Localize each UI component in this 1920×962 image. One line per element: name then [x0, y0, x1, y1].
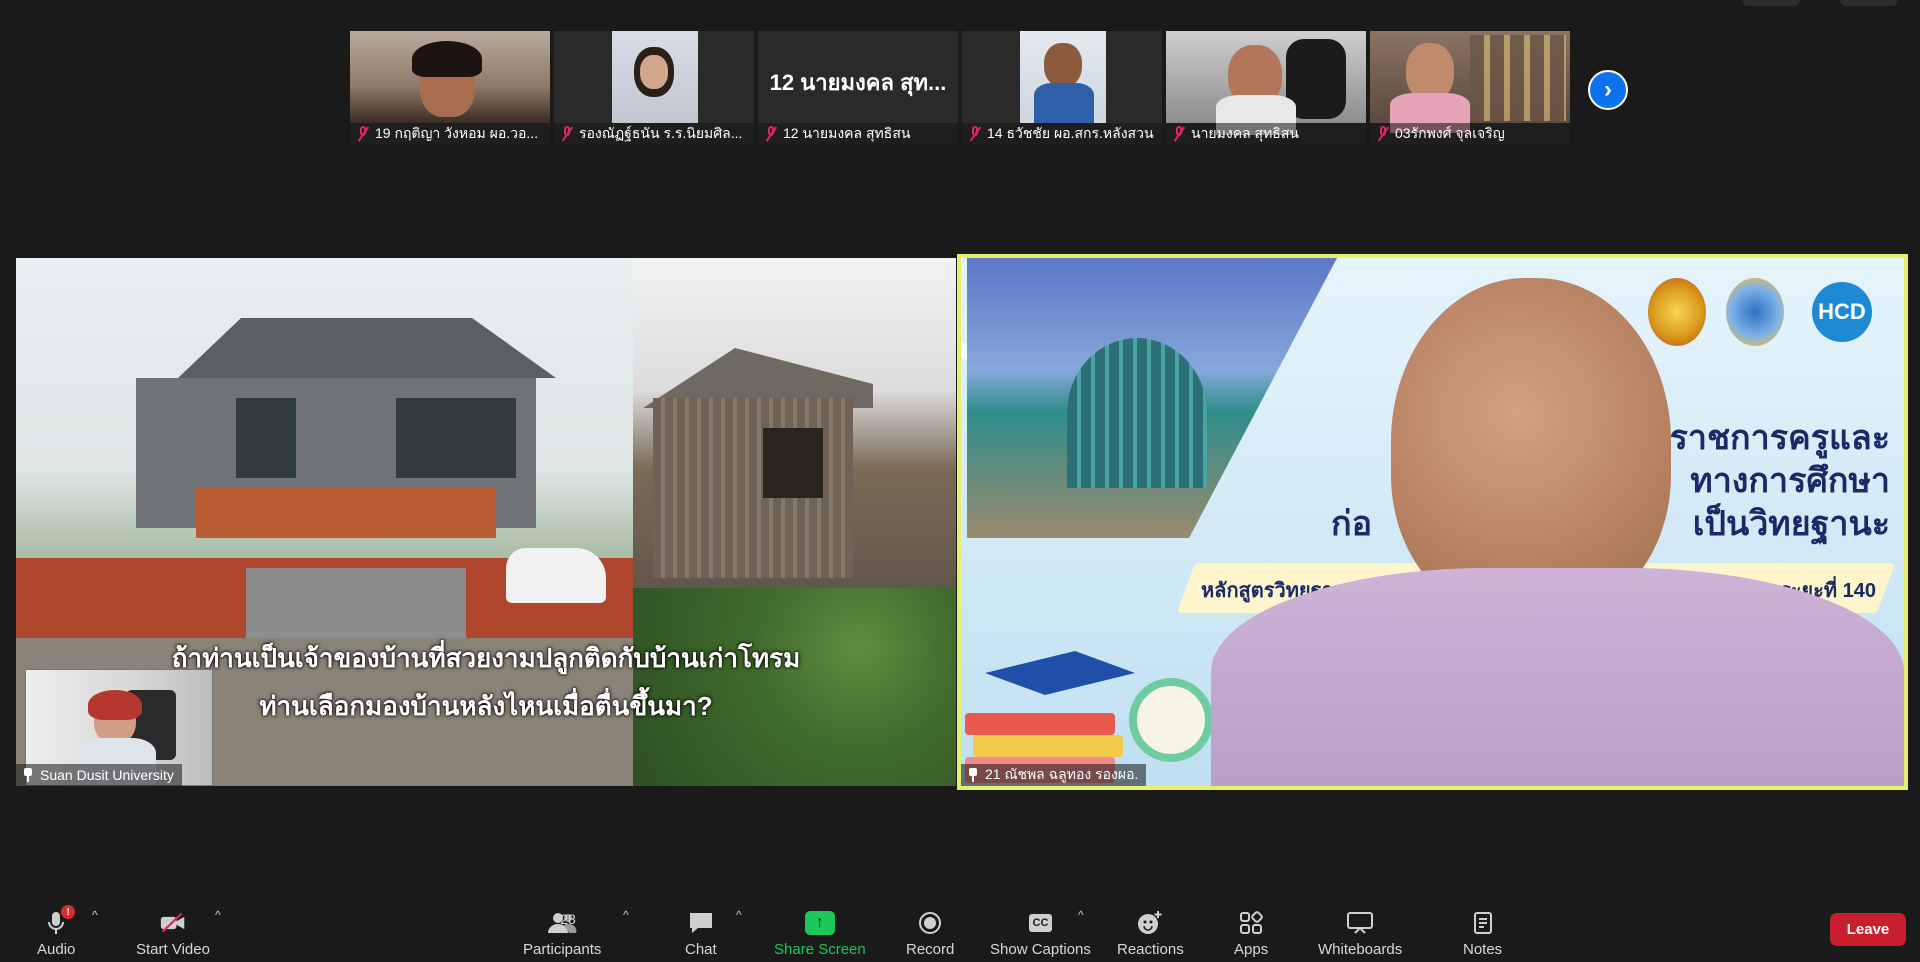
- slide-title-line3-right: เป็นวิทยฐานะ: [1692, 505, 1890, 543]
- pin-icon: [967, 768, 979, 782]
- video-options-caret-icon[interactable]: ^: [215, 908, 221, 922]
- participant-nameplate: 14 ธวัชชัย ผอ.สกร.หลังสวน: [962, 123, 1162, 145]
- chevron-right-icon: ›: [1604, 76, 1612, 103]
- slide-title-line3-left: ก่อ: [1331, 505, 1373, 543]
- start-video-label: Start Video: [136, 941, 210, 958]
- meeting-toolbar: ! Audio ^ Start Video ^ 28 Participants …: [0, 884, 1920, 962]
- smiley-plus-icon: [1137, 911, 1163, 935]
- participant-tile[interactable]: รองณัฏฐ์ธนัน ร.ร.นิยมศิล...: [554, 31, 754, 145]
- apps-label: Apps: [1234, 941, 1269, 958]
- closed-captions-icon: CC: [1025, 911, 1055, 935]
- next-page-button[interactable]: ›: [1588, 70, 1628, 110]
- top-view-button[interactable]: [1742, 0, 1800, 6]
- speaker-shirt: [1211, 568, 1904, 786]
- notes-icon: [1470, 911, 1496, 935]
- video-feed: [1020, 31, 1106, 123]
- chat-icon: [688, 911, 714, 935]
- chat-button[interactable]: Chat: [685, 911, 717, 958]
- mic-muted-icon: [560, 126, 574, 142]
- ministry-emblem-icon: [1648, 278, 1706, 346]
- participant-nameplate: นายมงคล สุทธิสน: [1166, 123, 1366, 145]
- participants-icon: 28: [532, 911, 592, 935]
- participants-count: 28: [560, 911, 576, 927]
- top-fullscreen-button[interactable]: [1840, 0, 1898, 6]
- participant-tile[interactable]: 14 ธวัชชัย ผอ.สกร.หลังสวน: [962, 31, 1162, 145]
- participants-options-caret-icon[interactable]: ^: [623, 908, 629, 922]
- reactions-label: Reactions: [1117, 941, 1184, 958]
- captions-icon-text: CC: [1028, 914, 1053, 932]
- mic-muted-icon: [1376, 126, 1390, 142]
- whiteboards-label: Whiteboards: [1318, 941, 1403, 958]
- participant-tile[interactable]: 19 กฤติญา วังหอม ผอ.วอ...: [350, 31, 550, 145]
- participant-tile[interactable]: 03รักพงศ์ จุลเจริญ: [1370, 31, 1570, 145]
- chat-options-caret-icon[interactable]: ^: [736, 908, 742, 922]
- participant-name: 03รักพงศ์ จุลเจริญ: [1395, 125, 1505, 141]
- mic-muted-icon: [356, 126, 370, 142]
- reactions-button[interactable]: Reactions: [1117, 911, 1184, 958]
- start-video-button[interactable]: Start Video: [136, 911, 210, 958]
- chat-label: Chat: [685, 941, 717, 958]
- participants-button[interactable]: 28 Participants: [523, 911, 601, 958]
- record-icon: [917, 911, 943, 935]
- participant-name: 21 ณัชพล ฉลูทอง รองผอ.: [985, 766, 1139, 782]
- tile-nameplate: Suan Dusit University: [16, 764, 182, 786]
- participant-name: 14 ธวัชชัย ผอ.สกร.หลังสวน: [987, 125, 1154, 141]
- audio-button[interactable]: ! Audio: [37, 905, 76, 958]
- mic-muted-icon: [968, 126, 982, 142]
- video-tile-active-speaker[interactable]: ราชการครูและ ทางการศึกษา เป็นวิทยฐานะ ก่…: [957, 254, 1908, 790]
- video-feed: [1166, 31, 1366, 135]
- leave-button[interactable]: Leave: [1830, 913, 1906, 946]
- participant-tile[interactable]: 12 นายมงคล สุท... 12 นายมงคล สุทธิสน: [758, 31, 958, 145]
- participant-name: 12 นายมงคล สุทธิสน: [783, 125, 911, 141]
- participant-strip: 19 กฤติญา วังหอม ผอ.วอ... รองณัฏฐ์ธนัน ร…: [350, 31, 1570, 145]
- apps-button[interactable]: Apps: [1234, 911, 1268, 958]
- video-feed: [350, 31, 550, 123]
- participant-nameplate: รองณัฏฐ์ธนัน ร.ร.นิยมศิล...: [554, 123, 754, 145]
- captions-options-caret-icon[interactable]: ^: [1078, 908, 1084, 922]
- video-feed: [1370, 31, 1570, 133]
- share-screen-label: Share Screen: [774, 941, 866, 958]
- books-illustration: [965, 643, 1135, 783]
- mic-muted-icon: [764, 126, 778, 142]
- record-button[interactable]: Record: [906, 911, 954, 958]
- audio-label: Audio: [37, 941, 76, 958]
- logo-text: HCD: [1818, 299, 1866, 324]
- whiteboards-button[interactable]: Whiteboards: [1318, 911, 1402, 958]
- video-tile-suan-dusit[interactable]: ถ้าท่านเป็นเจ้าของบ้านที่สวยงามปลูกติดกั…: [16, 258, 956, 786]
- mic-muted-icon: [1172, 126, 1186, 142]
- hcd-logo-icon: HCD: [1812, 282, 1872, 342]
- alarm-clock-illustration: [1129, 678, 1213, 762]
- notes-button[interactable]: Notes: [1463, 911, 1502, 958]
- participant-name: 19 กฤติญา วังหอม ผอ.วอ...: [375, 125, 539, 141]
- video-off-icon: [160, 911, 186, 935]
- show-captions-label: Show Captions: [990, 941, 1091, 958]
- participant-nameplate: 19 กฤติญา วังหอม ผอ.วอ...: [350, 123, 550, 145]
- participant-name: Suan Dusit University: [40, 767, 174, 783]
- university-seal-icon: [1726, 278, 1784, 346]
- notes-label: Notes: [1463, 941, 1503, 958]
- participant-tile[interactable]: นายมงคล สุทธิสน: [1166, 31, 1366, 145]
- microphone-icon: !: [43, 905, 76, 935]
- speaker-head: [1391, 278, 1671, 618]
- participant-nameplate: 12 นายมงคล สุทธิสน: [758, 123, 958, 145]
- share-screen-arrow-icon: ↑: [804, 911, 835, 935]
- record-label: Record: [906, 941, 955, 958]
- video-feed: [612, 31, 698, 123]
- apps-grid-icon: [1238, 911, 1264, 935]
- leave-label: Leave: [1846, 921, 1890, 938]
- audio-alert-badge: !: [61, 905, 76, 919]
- pin-icon: [22, 768, 34, 782]
- audio-options-caret-icon[interactable]: ^: [92, 908, 98, 922]
- tile-nameplate: 21 ณัชพล ฉลูทอง รองผอ.: [961, 764, 1147, 786]
- show-captions-button[interactable]: CC Show Captions: [990, 911, 1091, 958]
- participant-name: รองณัฏฐ์ธนัน ร.ร.นิยมศิล...: [579, 125, 743, 141]
- participant-display-name: 12 นายมงคล สุท...: [769, 70, 947, 95]
- participant-nameplate: 03รักพงศ์ จุลเจริญ: [1370, 123, 1570, 145]
- participant-name: นายมงคล สุทธิสน: [1191, 125, 1299, 141]
- whiteboard-icon: [1347, 911, 1374, 935]
- participants-label: Participants: [523, 941, 602, 958]
- share-screen-button[interactable]: ↑ Share Screen: [774, 911, 866, 958]
